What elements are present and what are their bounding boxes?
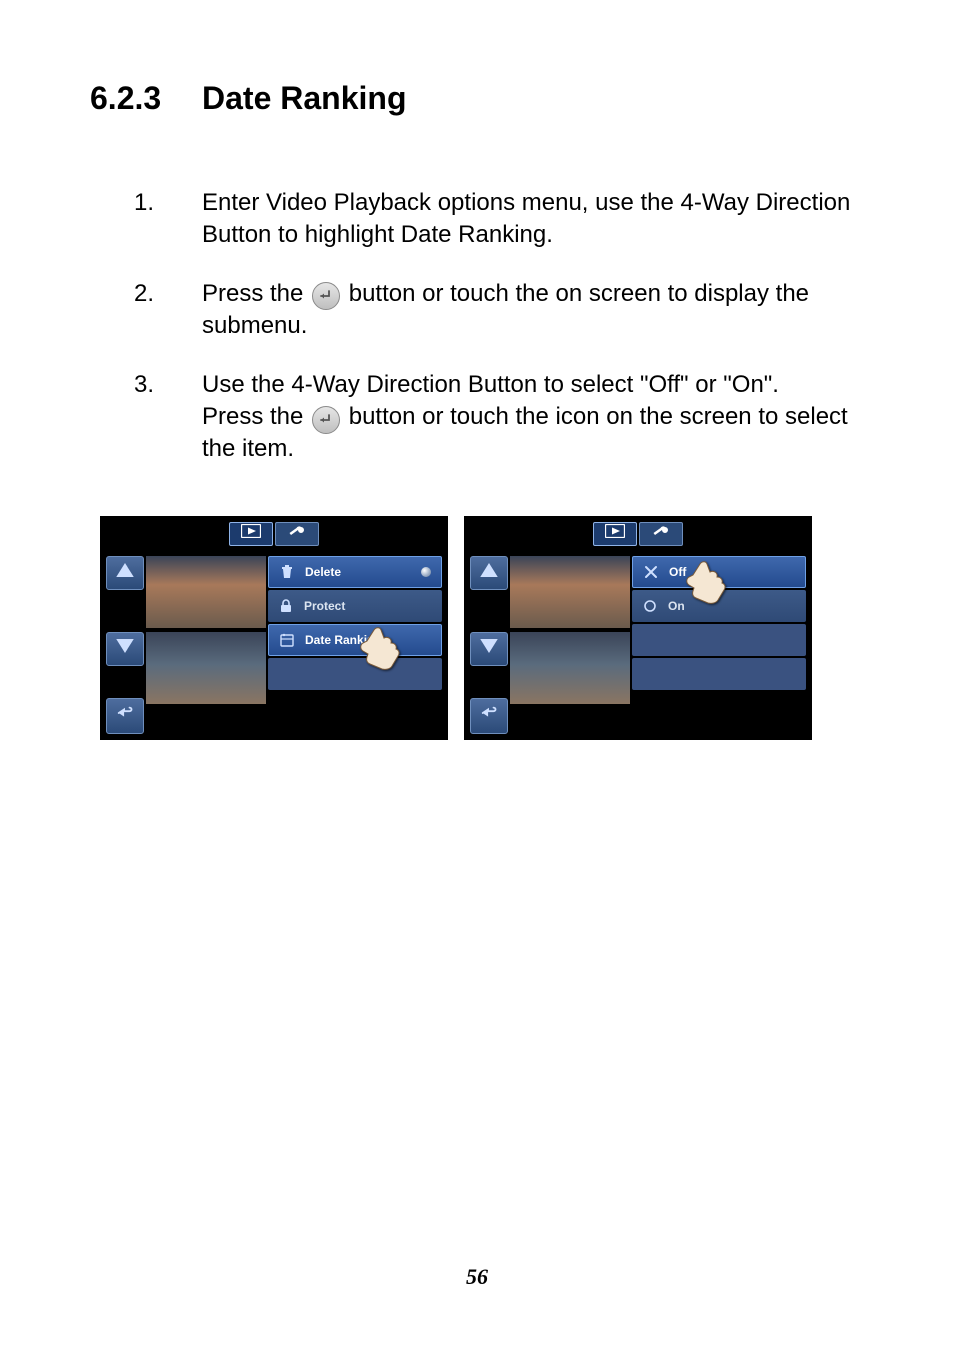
nav-up-button[interactable] bbox=[106, 556, 144, 590]
video-thumbnail bbox=[146, 556, 266, 628]
step-text-fragment: Use the 4-Way Direction Button to select… bbox=[202, 371, 779, 398]
play-icon bbox=[241, 524, 261, 543]
hand-pointer-icon bbox=[684, 558, 730, 604]
step-text-fragment: Press the bbox=[202, 280, 310, 307]
tab-playback[interactable] bbox=[229, 522, 273, 546]
triangle-down-icon bbox=[116, 639, 134, 658]
menu-item-empty bbox=[632, 624, 806, 656]
step-text: Use the 4-Way Direction Button to select… bbox=[202, 369, 864, 466]
nav-down-button[interactable] bbox=[106, 632, 144, 666]
step-text: Enter Video Playback options menu, use t… bbox=[202, 187, 864, 252]
wrench-icon bbox=[287, 524, 307, 543]
selection-indicator-icon bbox=[421, 567, 431, 577]
nav-up-button[interactable] bbox=[470, 556, 508, 590]
menu-item-empty bbox=[632, 658, 806, 690]
step-text-fragment: Press the bbox=[202, 403, 310, 430]
step-number: 1. bbox=[134, 187, 202, 252]
menu-item-protect[interactable]: Protect bbox=[268, 590, 442, 622]
step-number: 3. bbox=[134, 369, 202, 466]
nav-back-button[interactable] bbox=[106, 698, 144, 734]
section-title: Date Ranking bbox=[202, 80, 406, 116]
screenshot-menu: Delete Protect Date Ranking bbox=[100, 516, 448, 740]
lock-icon bbox=[276, 599, 296, 613]
return-icon bbox=[480, 706, 498, 725]
tab-setup[interactable] bbox=[275, 522, 319, 546]
wrench-icon bbox=[651, 524, 671, 543]
menu-item-empty bbox=[268, 658, 442, 690]
section-number: 6.2.3 bbox=[90, 80, 202, 117]
instruction-step-3: 3. Use the 4-Way Direction Button to sel… bbox=[90, 369, 864, 466]
return-icon bbox=[116, 706, 134, 725]
screenshot-submenu: Off On bbox=[464, 516, 812, 740]
step-number: 2. bbox=[134, 278, 202, 343]
enter-icon bbox=[312, 406, 340, 434]
menu-item-label: Delete bbox=[305, 565, 341, 579]
instruction-step-1: 1. Enter Video Playback options menu, us… bbox=[90, 187, 864, 252]
nav-down-button[interactable] bbox=[470, 632, 508, 666]
x-icon bbox=[641, 565, 661, 579]
tab-setup[interactable] bbox=[639, 522, 683, 546]
tab-playback[interactable] bbox=[593, 522, 637, 546]
thumbnail-strip bbox=[146, 556, 266, 704]
menu-item-date-ranking[interactable]: Date Ranking bbox=[268, 624, 442, 656]
section-heading: 6.2.3Date Ranking bbox=[90, 80, 864, 117]
triangle-up-icon bbox=[116, 563, 134, 582]
menu-item-label: On bbox=[668, 599, 685, 613]
video-thumbnail bbox=[510, 556, 630, 628]
triangle-up-icon bbox=[480, 563, 498, 582]
tab-bar bbox=[593, 522, 683, 546]
enter-icon bbox=[312, 282, 340, 310]
play-icon bbox=[605, 524, 625, 543]
instruction-step-2: 2. Press the button or touch the on scre… bbox=[90, 278, 864, 343]
menu-item-label: Protect bbox=[304, 599, 345, 613]
step-text: Press the button or touch the on screen … bbox=[202, 278, 864, 343]
video-thumbnail bbox=[146, 632, 266, 704]
trash-icon bbox=[277, 565, 297, 579]
instruction-list: 1. Enter Video Playback options menu, us… bbox=[90, 187, 864, 466]
hand-pointer-icon bbox=[358, 624, 404, 670]
menu-list: Delete Protect Date Ranking bbox=[268, 556, 442, 690]
calendar-icon bbox=[277, 633, 297, 647]
menu-item-delete[interactable]: Delete bbox=[268, 556, 442, 588]
tab-bar bbox=[229, 522, 319, 546]
nav-back-button[interactable] bbox=[470, 698, 508, 734]
circle-icon bbox=[640, 599, 660, 613]
thumbnail-strip bbox=[510, 556, 630, 704]
triangle-down-icon bbox=[480, 639, 498, 658]
video-thumbnail bbox=[510, 632, 630, 704]
page-number: 56 bbox=[0, 1264, 954, 1290]
